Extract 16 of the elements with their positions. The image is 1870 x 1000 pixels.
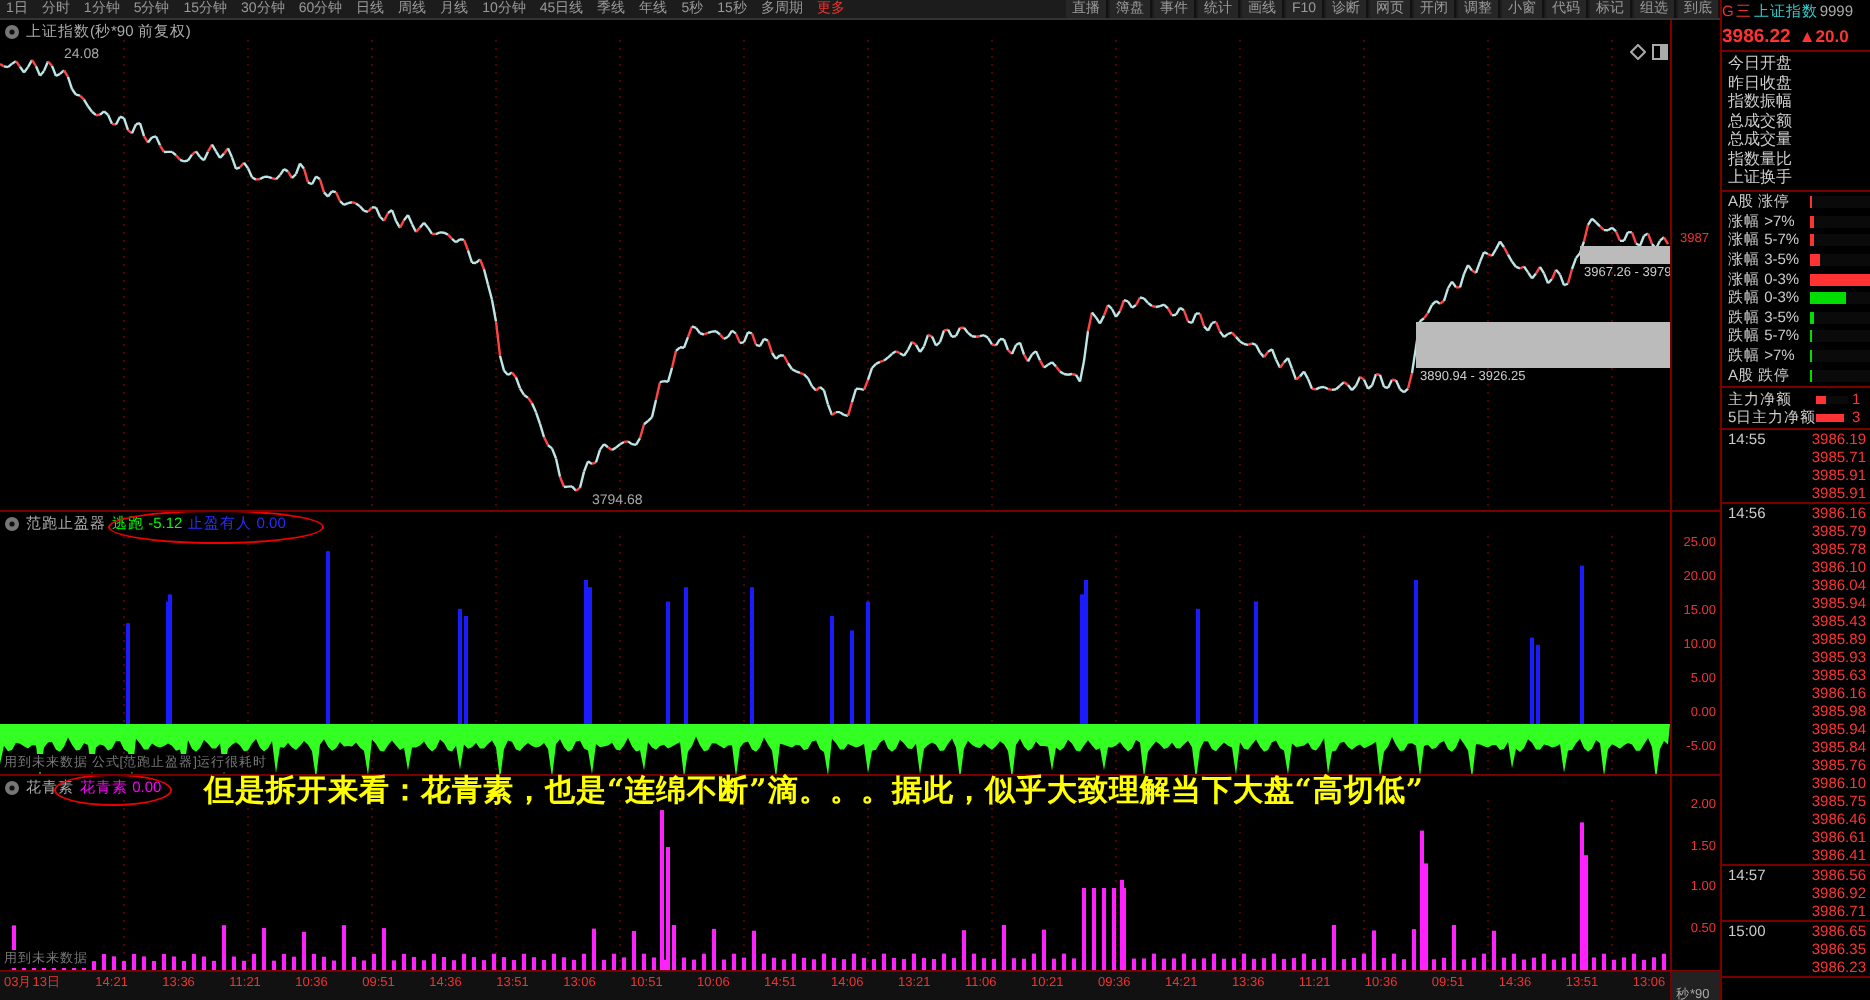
diamond-icon[interactable] <box>1630 44 1646 60</box>
settings-icon[interactable] <box>4 516 20 532</box>
stat-label: 指数量比 <box>1728 149 1794 168</box>
stat-label: 总成交额 <box>1728 111 1794 129</box>
settings-icon[interactable] <box>4 24 20 40</box>
stat-label: 上证换手 <box>1728 168 1794 187</box>
price-zone <box>1580 246 1670 264</box>
price-change: ▲20.0 <box>1798 26 1849 46</box>
stat-label: 今日开盘 <box>1728 54 1794 73</box>
stat-label: 昨日收盘 <box>1728 73 1794 92</box>
stat-label: 指数振幅 <box>1728 92 1794 111</box>
stat-label: 总成交量 <box>1728 130 1794 149</box>
caption-text: 但是拆开来看：花青素，也是“连绵不断”滴。。。据此，似乎大致理解当下大盘“高切低” <box>204 772 1425 810</box>
index-price: 3986.22 <box>1722 25 1791 47</box>
panel-icon[interactable] <box>1652 44 1668 60</box>
settings-icon[interactable] <box>4 780 20 796</box>
